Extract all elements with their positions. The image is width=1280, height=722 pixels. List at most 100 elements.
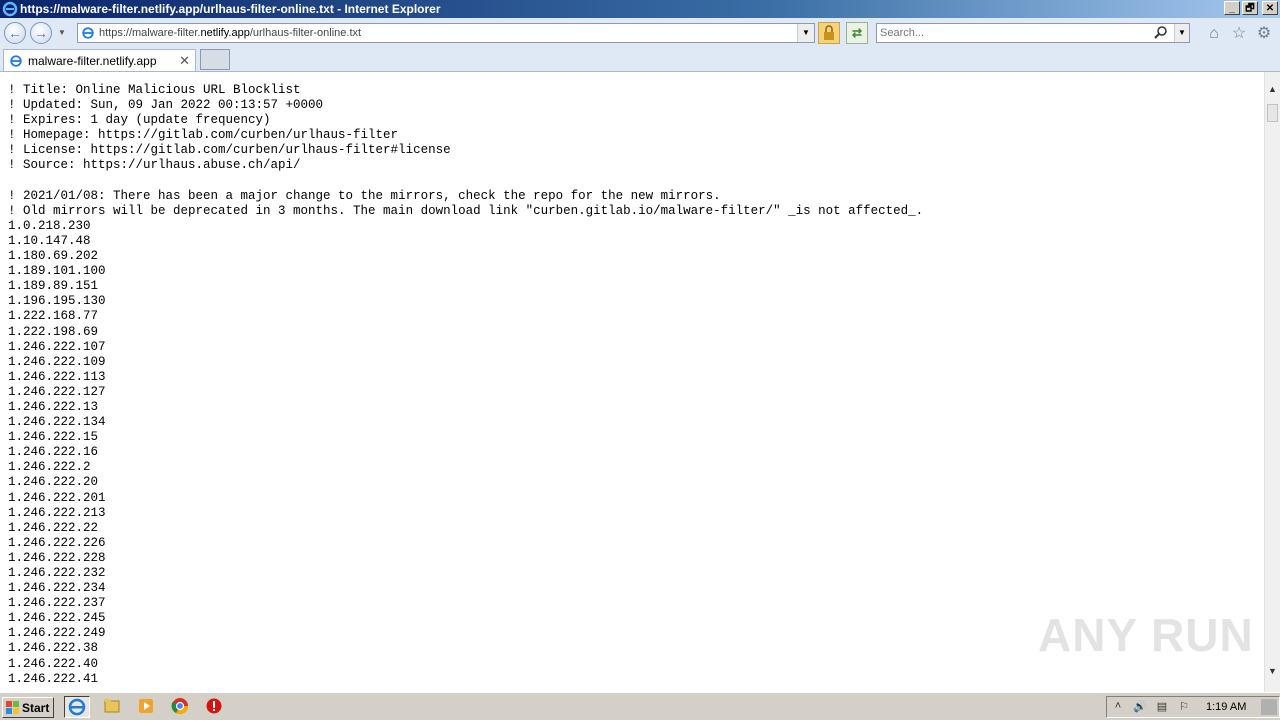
media-player-icon	[139, 699, 153, 713]
text-line: 1.246.222.201	[8, 490, 106, 505]
text-line: ! Updated: Sun, 09 Jan 2022 00:13:57 +00…	[8, 98, 324, 113]
address-url: https://malware-filter.netlify.app/urlha…	[99, 27, 362, 39]
page-content: ! Title: Online Malicious URL Blocklist!…	[0, 72, 1264, 692]
search-dropdown-button[interactable]: ▼	[1174, 24, 1189, 42]
text-line: 1.246.222.226	[8, 535, 106, 550]
network-icon[interactable]: ▤	[1155, 700, 1169, 714]
text-line: 1.246.222.113	[8, 369, 106, 384]
search-icon[interactable]	[1153, 25, 1169, 41]
ie-logo-icon	[2, 1, 18, 17]
system-tray: ˄ 🔊 ▤ ⚐ 1:19 AM	[1106, 696, 1280, 718]
navigation-bar: ← → ▼ https://malware-filter.netlify.app…	[0, 18, 1280, 49]
text-line: 1.196.195.130	[8, 294, 106, 309]
text-line: 1.189.89.151	[8, 279, 99, 294]
scroll-thumb[interactable]	[1267, 104, 1278, 122]
text-document: ! Title: Online Malicious URL Blocklist!…	[8, 83, 923, 687]
text-line: 1.246.222.107	[8, 339, 106, 354]
text-line: 1.10.147.48	[8, 233, 91, 248]
chrome-icon	[171, 698, 189, 715]
taskbar-media-button[interactable]	[134, 696, 160, 718]
search-box[interactable]: ▼	[876, 23, 1190, 43]
text-line: ! License: https://gitlab.com/curben/url…	[8, 143, 451, 158]
text-line: 1.246.222.15	[8, 430, 99, 445]
page-favicon-icon	[82, 27, 94, 39]
text-line: ! Title: Online Malicious URL Blocklist	[8, 83, 301, 97]
forward-button[interactable]: →	[30, 22, 52, 44]
text-line: ! Old mirrors will be deprecated in 3 mo…	[8, 203, 924, 218]
home-icon[interactable]: ⌂	[1204, 24, 1224, 44]
taskbar-chrome-button[interactable]	[168, 696, 194, 718]
text-line: ! Source: https://urlhaus.abuse.ch/api/	[8, 158, 301, 173]
tab-bar: malware-filter.netlify.app ✕	[0, 48, 1280, 72]
text-line: 1.222.198.69	[8, 324, 99, 339]
show-hidden-icons-icon[interactable]: ˄	[1111, 700, 1125, 714]
scroll-down-button[interactable]: ▼	[1265, 666, 1280, 680]
compatibility-icon: ⇄	[851, 26, 863, 40]
address-dropdown-button[interactable]: ▼	[797, 24, 814, 42]
back-button[interactable]: ←	[4, 22, 26, 44]
text-line: 1.246.222.232	[8, 566, 106, 580]
star-icon[interactable]: ☆	[1229, 24, 1249, 44]
text-line: 1.246.222.41	[8, 671, 99, 686]
tab-malware-filter[interactable]: malware-filter.netlify.app ✕	[3, 49, 196, 71]
gear-icon[interactable]: ⚙	[1254, 24, 1274, 44]
show-desktop-button[interactable]	[1261, 699, 1277, 715]
text-line: 1.246.222.13	[8, 399, 99, 414]
text-line: 1.246.222.38	[8, 641, 99, 656]
text-line: 1.246.222.213	[8, 505, 106, 520]
text-line: ! Expires: 1 day (update frequency)	[8, 113, 271, 128]
text-line: 1.246.222.109	[8, 354, 106, 369]
taskbar-antivirus-button[interactable]	[202, 696, 228, 718]
ie-icon	[68, 698, 86, 716]
text-line: 1.246.222.249	[8, 626, 106, 641]
close-tab-button[interactable]: ✕	[179, 53, 190, 69]
windows-flag-icon	[6, 701, 19, 714]
window-titlebar[interactable]: https://malware-filter.netlify.app/urlha…	[0, 0, 1280, 18]
text-line: 1.189.101.100	[8, 264, 106, 279]
text-line: 1.246.222.237	[8, 596, 106, 611]
text-line: 1.246.222.20	[8, 475, 99, 490]
recent-pages-dropdown[interactable]: ▼	[58, 28, 66, 37]
tab-favicon-icon	[10, 55, 22, 67]
restore-button[interactable]: 🗗	[1242, 1, 1258, 15]
text-line	[8, 174, 923, 189]
antivirus-icon	[206, 698, 222, 714]
text-line: 1.0.218.230	[8, 218, 91, 233]
text-line: 1.246.222.2	[8, 460, 91, 475]
close-window-button[interactable]: ✕	[1262, 1, 1278, 15]
scroll-up-button[interactable]: ▲	[1265, 84, 1280, 98]
search-input[interactable]	[880, 26, 1150, 40]
taskbar: Start ˄ 🔊 ▤ ⚐ 1:19 AM	[0, 692, 1280, 720]
clock[interactable]: 1:19 AM	[1206, 701, 1246, 713]
tab-label: malware-filter.netlify.app	[28, 54, 157, 68]
text-line: 1.246.222.22	[8, 520, 99, 535]
text-line: 1.246.222.234	[8, 581, 106, 596]
new-tab-button[interactable]	[200, 49, 230, 70]
address-bar[interactable]: https://malware-filter.netlify.app/urlha…	[77, 23, 815, 43]
action-center-flag-icon[interactable]: ⚐	[1177, 700, 1191, 714]
minimize-button[interactable]: _	[1224, 1, 1240, 15]
taskbar-ie-button[interactable]	[64, 696, 90, 718]
start-button[interactable]: Start	[2, 697, 54, 718]
taskbar-explorer-button[interactable]	[100, 696, 126, 718]
volume-icon[interactable]: 🔊	[1133, 700, 1147, 714]
window-title: https://malware-filter.netlify.app/urlha…	[20, 2, 441, 16]
compatibility-view-button[interactable]: ⇄	[846, 22, 868, 44]
folder-icon	[104, 699, 120, 713]
text-line: ! 2021/01/08: There has been a major cha…	[8, 188, 721, 203]
vertical-scrollbar[interactable]: ▲ ▼	[1264, 72, 1280, 692]
text-line: 1.180.69.202	[8, 249, 99, 264]
forward-arrow-icon: →	[34, 25, 48, 41]
text-line: 1.222.168.77	[8, 309, 99, 324]
text-line: 1.246.222.134	[8, 415, 106, 430]
text-line: 1.246.222.127	[8, 384, 106, 399]
security-lock-button[interactable]	[818, 22, 840, 44]
text-line: 1.246.222.40	[8, 656, 99, 671]
text-line: ! Homepage: https://gitlab.com/curben/ur…	[8, 128, 399, 143]
back-arrow-icon: ←	[8, 25, 22, 41]
anyrun-watermark: ANY RUN	[1038, 609, 1254, 661]
lock-icon	[824, 25, 834, 40]
text-line: 1.246.222.228	[8, 550, 106, 565]
text-line: 1.246.222.245	[8, 611, 106, 626]
start-label: Start	[22, 701, 50, 715]
